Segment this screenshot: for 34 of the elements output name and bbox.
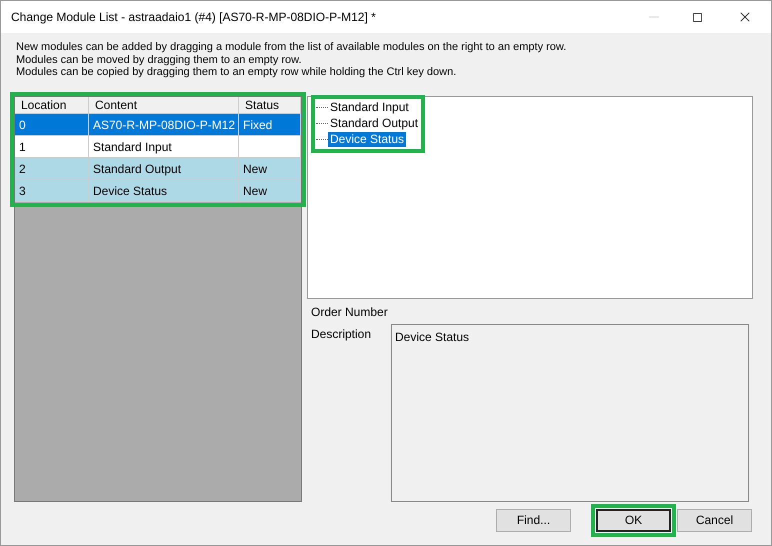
tree-item[interactable]: Device Status (328, 132, 406, 147)
tree-connector (316, 107, 328, 108)
table-cell: 2 (19, 162, 26, 176)
table-row[interactable]: 0 AS70-R-MP-08DIO-P-M12 Fixed (15, 114, 301, 136)
table-cell: Fixed (243, 118, 272, 132)
maximize-icon[interactable] (692, 12, 703, 22)
window-title: Change Module List - astraadaio1 (#4) [AS70-R-MP-08DIO-P-M12] * (11, 9, 377, 26)
tree-connector (316, 123, 328, 124)
column-header[interactable]: Location (15, 96, 89, 112)
instruction-text: Modules can be moved by dragging them to an empty row. (16, 54, 303, 66)
table-cell: 0 (19, 118, 26, 132)
description-label: Description (310, 326, 372, 342)
table-cell: Device Status (93, 184, 168, 198)
table-cell: Standard Output (93, 162, 182, 176)
table-cell: Standard Input (93, 140, 172, 154)
dialog-button[interactable]: Find... (496, 508, 571, 532)
dialog-button[interactable]: OK (596, 508, 671, 532)
description-field[interactable]: Device Status (391, 324, 749, 502)
table-row[interactable]: 1 Standard Input (15, 136, 301, 158)
instruction-text: Modules can be copied by dragging them to an empty row while holding the Ctrl key down. (16, 66, 458, 78)
order-number-label: Order Number (311, 304, 388, 320)
instruction-text: New modules can be added by dragging a module from the list of available modules on the right to an empty row. (16, 41, 568, 54)
table-cell: 1 (19, 140, 26, 154)
tree-item[interactable]: Standard Output (328, 116, 420, 131)
dialog-button[interactable]: Cancel (677, 508, 752, 532)
column-header[interactable]: Status (239, 96, 301, 112)
table-cell: AS70-R-MP-08DIO-P-M12 (93, 118, 236, 132)
column-header[interactable]: Content (89, 96, 239, 112)
tree-item[interactable]: Standard Input (328, 100, 411, 115)
table-row[interactable]: 2 Standard Output New (15, 158, 301, 180)
table-cell: New (243, 162, 268, 176)
table-row[interactable]: 3 Device Status New (15, 180, 301, 202)
table-cell: 3 (19, 184, 26, 198)
table-cell: New (243, 184, 268, 198)
